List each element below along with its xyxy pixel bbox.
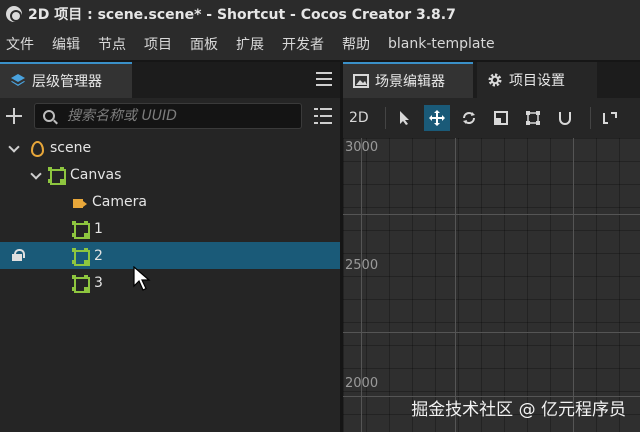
toolbar-separator <box>590 107 591 129</box>
tab-scene-editor-label: 场景编辑器 <box>375 74 445 90</box>
rotate-icon <box>463 112 475 124</box>
menu-file[interactable]: 文件 <box>6 34 34 54</box>
hierarchy-panel: 层级管理器 scene Canvas Camera <box>0 62 340 432</box>
scene-panel: 场景编辑器 项目设置 2D 3000 2500 2000 <box>343 62 640 432</box>
hierarchy-tab-bar: 层级管理器 <box>0 62 340 98</box>
axis-label-top: 3000 <box>345 140 379 155</box>
axis-label-bottom: 2000 <box>345 376 379 391</box>
select-tool-button[interactable] <box>392 105 418 131</box>
scene-toolbar: 2D <box>343 98 640 138</box>
align-icon <box>603 112 617 124</box>
menu-node[interactable]: 节点 <box>98 34 126 54</box>
rect-transform-icon <box>526 111 540 125</box>
camera-icon <box>72 194 88 210</box>
mouse-cursor-icon <box>133 266 151 291</box>
panel-menu-icon[interactable] <box>316 72 332 86</box>
rotate-tool-button[interactable] <box>456 105 482 131</box>
scale-tool-button[interactable] <box>488 105 514 131</box>
move-tool-button[interactable] <box>424 105 450 131</box>
tree-row-1[interactable]: 1 <box>0 215 340 242</box>
menu-edit[interactable]: 编辑 <box>52 34 80 54</box>
node-icon <box>72 247 90 266</box>
node-icon <box>72 274 90 293</box>
watermark: 掘金技术社区 @ 亿元程序员 <box>411 400 626 420</box>
tree-row-scene[interactable]: scene <box>0 134 340 161</box>
rect-tool-button[interactable] <box>520 105 546 131</box>
tree-row-camera[interactable]: Camera <box>0 188 340 215</box>
node-label: Canvas <box>70 166 122 183</box>
layers-icon <box>11 74 25 86</box>
magnet-icon <box>559 112 571 125</box>
node-icon <box>72 220 90 239</box>
node-label: 3 <box>94 274 103 291</box>
tab-hierarchy[interactable]: 层级管理器 <box>0 62 132 98</box>
search-input[interactable] <box>67 108 287 124</box>
sort-icon[interactable] <box>314 108 332 124</box>
expand-chevron-icon[interactable] <box>8 142 20 154</box>
search-icon <box>43 110 55 122</box>
grid-line <box>573 138 574 432</box>
expand-chevron-icon[interactable] <box>30 169 42 181</box>
scene-viewport[interactable]: 3000 2500 2000 <box>343 138 640 432</box>
grid-line <box>455 138 456 432</box>
menu-template[interactable]: blank-template <box>388 36 495 52</box>
image-icon <box>353 74 369 88</box>
cocos-logo-icon <box>6 6 22 22</box>
node-label: 2 <box>94 247 103 264</box>
scene-icon <box>28 140 44 157</box>
scene-tab-bar: 场景编辑器 项目设置 <box>343 62 640 98</box>
menu-panel[interactable]: 面板 <box>190 34 218 54</box>
tab-scene-editor[interactable]: 场景编辑器 <box>343 62 473 98</box>
hierarchy-toolbar <box>0 98 340 134</box>
tab-hierarchy-label: 层级管理器 <box>32 74 102 90</box>
menu-bar: 文件 编辑 节点 项目 面板 扩展 开发者 帮助 blank-template <box>0 28 640 60</box>
tab-project-settings-label: 项目设置 <box>509 73 565 89</box>
axis-label-mid: 2500 <box>345 258 379 273</box>
grid-line <box>343 332 640 333</box>
node-icon <box>48 166 66 185</box>
node-label: scene <box>50 139 92 156</box>
menu-extension[interactable]: 扩展 <box>236 34 264 54</box>
move-arrows-icon <box>429 110 445 126</box>
pointer-icon <box>400 111 409 125</box>
tree-row-2[interactable]: 2 <box>0 242 340 269</box>
tree-row-canvas[interactable]: Canvas <box>0 161 340 188</box>
node-label: 1 <box>94 220 103 237</box>
align-tool-button[interactable] <box>597 105 623 131</box>
menu-project[interactable]: 项目 <box>144 34 172 54</box>
title-bar: 2D 项目 : scene.scene* - Shortcut - Cocos … <box>0 0 640 28</box>
tab-project-settings[interactable]: 项目设置 <box>477 62 597 98</box>
scale-icon <box>494 111 508 125</box>
add-node-button[interactable] <box>6 108 22 124</box>
grid-line <box>343 214 640 215</box>
gear-icon <box>488 73 502 87</box>
window-title: 2D 项目 : scene.scene* - Shortcut - Cocos … <box>28 7 456 23</box>
search-box[interactable] <box>34 103 302 129</box>
magnet-tool-button[interactable] <box>552 105 578 131</box>
toggle-2d-button[interactable]: 2D <box>349 110 379 126</box>
node-label: Camera <box>92 193 147 210</box>
menu-developer[interactable]: 开发者 <box>282 34 324 54</box>
toolbar-separator <box>385 107 386 129</box>
lock-icon[interactable] <box>10 249 25 261</box>
tree-row-3[interactable]: 3 <box>0 269 340 296</box>
menu-help[interactable]: 帮助 <box>342 34 370 54</box>
node-tree: scene Canvas Camera 1 2 3 <box>0 134 340 296</box>
